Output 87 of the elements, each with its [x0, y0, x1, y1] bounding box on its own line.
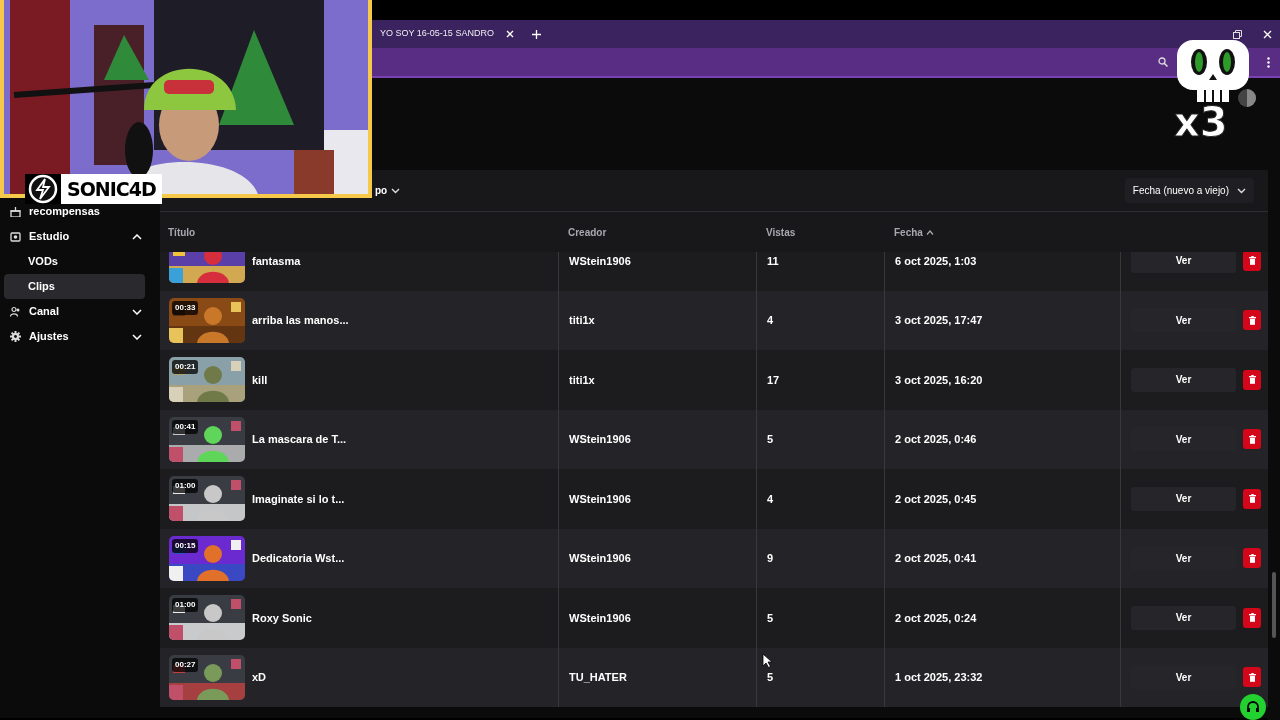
delete-button[interactable]	[1243, 429, 1261, 450]
table-cell-text: 2 oct 2025, 0:45	[895, 491, 977, 507]
trash-icon	[1248, 256, 1256, 266]
trash-icon	[1248, 315, 1256, 325]
table-cell-text: 2 oct 2025, 0:46	[895, 432, 977, 447]
restore-icon[interactable]	[1233, 29, 1242, 39]
gift-icon	[10, 206, 21, 217]
column-header[interactable]: Creador	[568, 224, 607, 240]
streamer-name: SONIC4D	[61, 174, 162, 204]
lightning-logo-icon	[28, 174, 58, 204]
people-icon	[10, 306, 21, 317]
table-cell-text: 5	[767, 670, 774, 685]
table-cell-text: WStein1906	[569, 610, 631, 626]
gear-icon	[10, 331, 21, 342]
delete-button[interactable]	[1243, 252, 1261, 271]
delete-button[interactable]	[1243, 369, 1261, 390]
nav-link[interactable]: Ajustes	[29, 328, 132, 345]
clip-title[interactable]: kill	[252, 371, 268, 388]
column-header[interactable]: Fecha	[894, 224, 923, 240]
clip-title[interactable]: Roxy Sonic	[252, 609, 312, 626]
trash-icon	[1248, 672, 1256, 682]
clip-title[interactable]: Imaginate si lo t...	[252, 490, 345, 507]
close-icon[interactable]	[1263, 29, 1272, 39]
trash-icon	[1248, 553, 1256, 563]
zoom-icon[interactable]	[1158, 57, 1168, 67]
table-cell-text: 1 oct 2025, 23:32	[895, 670, 983, 685]
table-cell-text: 2 oct 2025, 0:24	[895, 610, 977, 626]
table-cell-text: 9	[767, 551, 774, 566]
table-cell-text: 3 oct 2025, 16:20	[895, 372, 983, 388]
delete-button[interactable]	[1243, 667, 1261, 688]
tab-title[interactable]: YO SOY 16-05-15 SANDRO	[380, 27, 494, 41]
close-icon[interactable]	[505, 30, 514, 38]
nav-link[interactable]: recompensas	[29, 203, 142, 220]
nav-link[interactable]: Estudio	[29, 228, 132, 245]
duration-label: 01:00	[172, 598, 199, 613]
nav-subitem[interactable]: Clips	[4, 274, 145, 299]
sort-dropdown[interactable]: Fecha (nuevo a viejo)	[1124, 178, 1254, 203]
table-cell-text: 4	[767, 313, 774, 328]
duration-label: 01:00	[172, 479, 199, 494]
avatar-icon[interactable]	[1238, 89, 1256, 107]
table-cell-text: 6 oct 2025, 1:03	[895, 253, 977, 269]
delete-button[interactable]	[1243, 607, 1261, 628]
clip-title[interactable]: xD	[252, 669, 267, 686]
view-button[interactable]: Ver	[1131, 367, 1236, 392]
mouse-cursor-icon	[762, 653, 772, 668]
clip-title[interactable]: fantasma	[252, 252, 301, 269]
clip-title[interactable]: arriba las manos...	[252, 312, 349, 329]
table-cell-text: 11	[767, 253, 779, 269]
view-button[interactable]: Ver	[1131, 252, 1236, 273]
table-cell-text: titi1x	[569, 313, 595, 328]
clip-title[interactable]: Dedicatoria Wst...	[252, 550, 345, 567]
table-cell-text: 17	[767, 372, 780, 388]
sticker-text: x3	[1174, 98, 1228, 146]
trash-icon	[1248, 613, 1256, 623]
trash-icon	[1248, 434, 1256, 444]
table-cell-text: 5	[767, 432, 774, 447]
table-cell-text: 5	[767, 610, 774, 626]
table-cell-text: WStein1906	[569, 551, 631, 566]
table-cell-text: 4	[767, 491, 774, 507]
view-button[interactable]: Ver	[1131, 486, 1236, 511]
dropdown-text[interactable]: po	[375, 183, 388, 198]
column-header[interactable]: Vistas	[766, 224, 796, 240]
table-cell-text: TU_HATER	[569, 670, 627, 685]
table-cell-text: WStein1906	[569, 253, 631, 269]
duration-label: 00:21	[172, 360, 199, 375]
table-cell-text: WStein1906	[569, 491, 631, 507]
chevron-icon[interactable]	[391, 187, 401, 194]
table-cell-text: WStein1906	[569, 432, 631, 447]
trash-icon	[1248, 375, 1256, 385]
table-cell-text: titi1x	[569, 372, 595, 388]
plus-icon[interactable]	[531, 29, 541, 39]
delete-button[interactable]	[1243, 548, 1261, 569]
chevron-icon	[1237, 187, 1246, 194]
column-header[interactable]: Título	[168, 224, 196, 240]
clip-title[interactable]: La mascara de T...	[252, 431, 347, 448]
nav-subitem[interactable]: VODs	[4, 249, 145, 274]
camera-icon	[10, 231, 21, 242]
nav-link[interactable]: Canal	[29, 303, 132, 320]
delete-button[interactable]	[1243, 488, 1261, 509]
menu-icon[interactable]	[1267, 56, 1270, 68]
headset-icon	[1246, 700, 1260, 714]
table-cell-text: 2 oct 2025, 0:41	[895, 551, 977, 566]
trash-icon	[1248, 494, 1256, 504]
scrollbar-thumb[interactable]	[1272, 572, 1276, 638]
view-button[interactable]: Ver	[1131, 605, 1236, 630]
delete-button[interactable]	[1243, 310, 1261, 331]
table-cell-text: 3 oct 2025, 17:47	[895, 313, 983, 328]
